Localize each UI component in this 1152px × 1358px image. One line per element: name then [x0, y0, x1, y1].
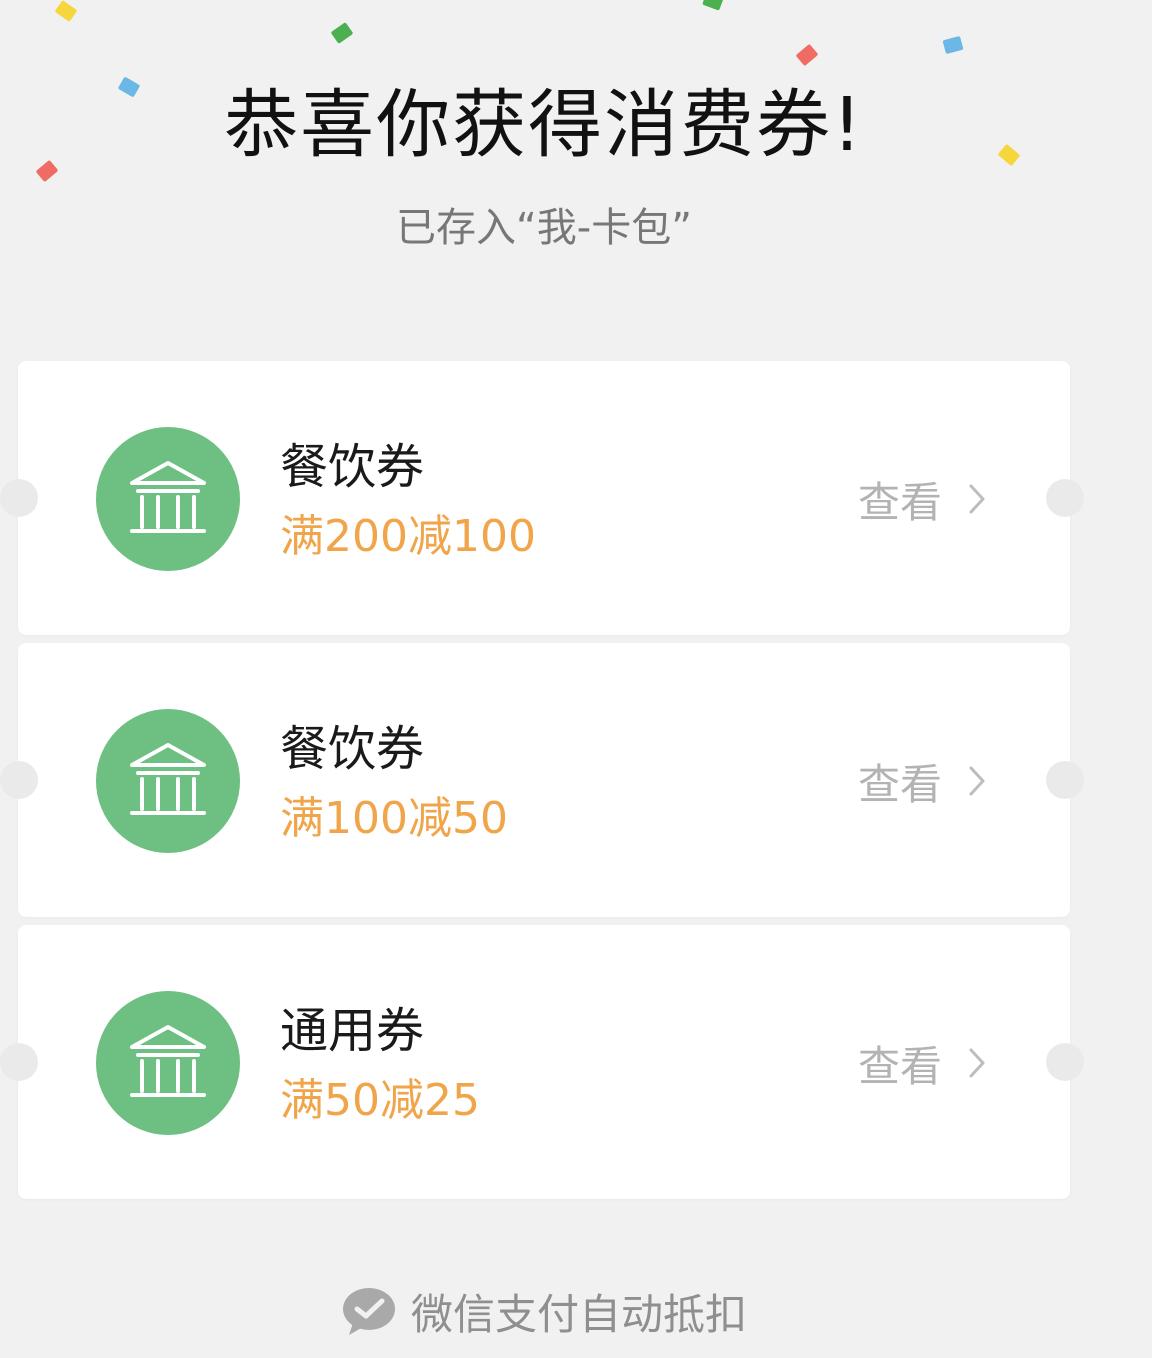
view-label: 查看: [858, 477, 943, 527]
coupon-card[interactable]: 通用券 满50减25 查看: [0, 925, 1084, 1199]
confetti-yellow: [54, 0, 78, 22]
page-title: 恭喜你获得消费券!: [224, 82, 864, 168]
coupon-card[interactable]: 餐饮券 满100减50 查看: [0, 643, 1084, 917]
view-coupon-link[interactable]: 查看: [858, 751, 986, 811]
coupon-name: 餐饮券: [280, 721, 425, 777]
ticket-notch-right: [1046, 1043, 1084, 1081]
page-subtitle: 已存入“我-卡包”: [396, 205, 692, 251]
coupon-badge: [96, 991, 240, 1135]
payment-footer: 微信支付自动抵扣: [0, 1282, 1088, 1340]
footer-text: 微信支付自动抵扣: [410, 1289, 747, 1339]
bank-icon: [130, 461, 206, 533]
coupon-name: 餐饮券: [280, 439, 425, 495]
coupon-card[interactable]: 餐饮券 满200减100 查看: [0, 361, 1084, 635]
coupon-rule: 满50减25: [280, 1075, 480, 1126]
coupon-rule: 满100减50: [280, 793, 508, 844]
ticket-notch-left: [0, 1043, 38, 1081]
wechat-pay-icon: [341, 1285, 397, 1337]
coupon-badge: [96, 709, 240, 853]
view-coupon-link[interactable]: 查看: [858, 1033, 986, 1093]
ticket-notch-left: [0, 761, 38, 799]
view-label: 查看: [858, 759, 943, 809]
ticket-notch-right: [1046, 479, 1084, 517]
bank-icon: [130, 743, 206, 815]
coupon-name: 通用券: [280, 1003, 425, 1059]
confetti-green: [702, 0, 724, 11]
chevron-right-icon: [969, 1048, 985, 1078]
confetti-red: [795, 43, 819, 67]
coupon-badge: [96, 427, 240, 571]
view-coupon-link[interactable]: 查看: [858, 469, 986, 529]
chevron-right-icon: [969, 484, 985, 514]
chevron-right-icon: [969, 766, 985, 796]
bank-icon: [130, 1025, 206, 1097]
ticket-notch-left: [0, 479, 38, 517]
coupon-rule: 满200减100: [280, 511, 536, 562]
confetti-green: [330, 22, 354, 44]
ticket-notch-right: [1046, 761, 1084, 799]
view-label: 查看: [858, 1041, 943, 1091]
confetti-blue: [942, 35, 964, 55]
